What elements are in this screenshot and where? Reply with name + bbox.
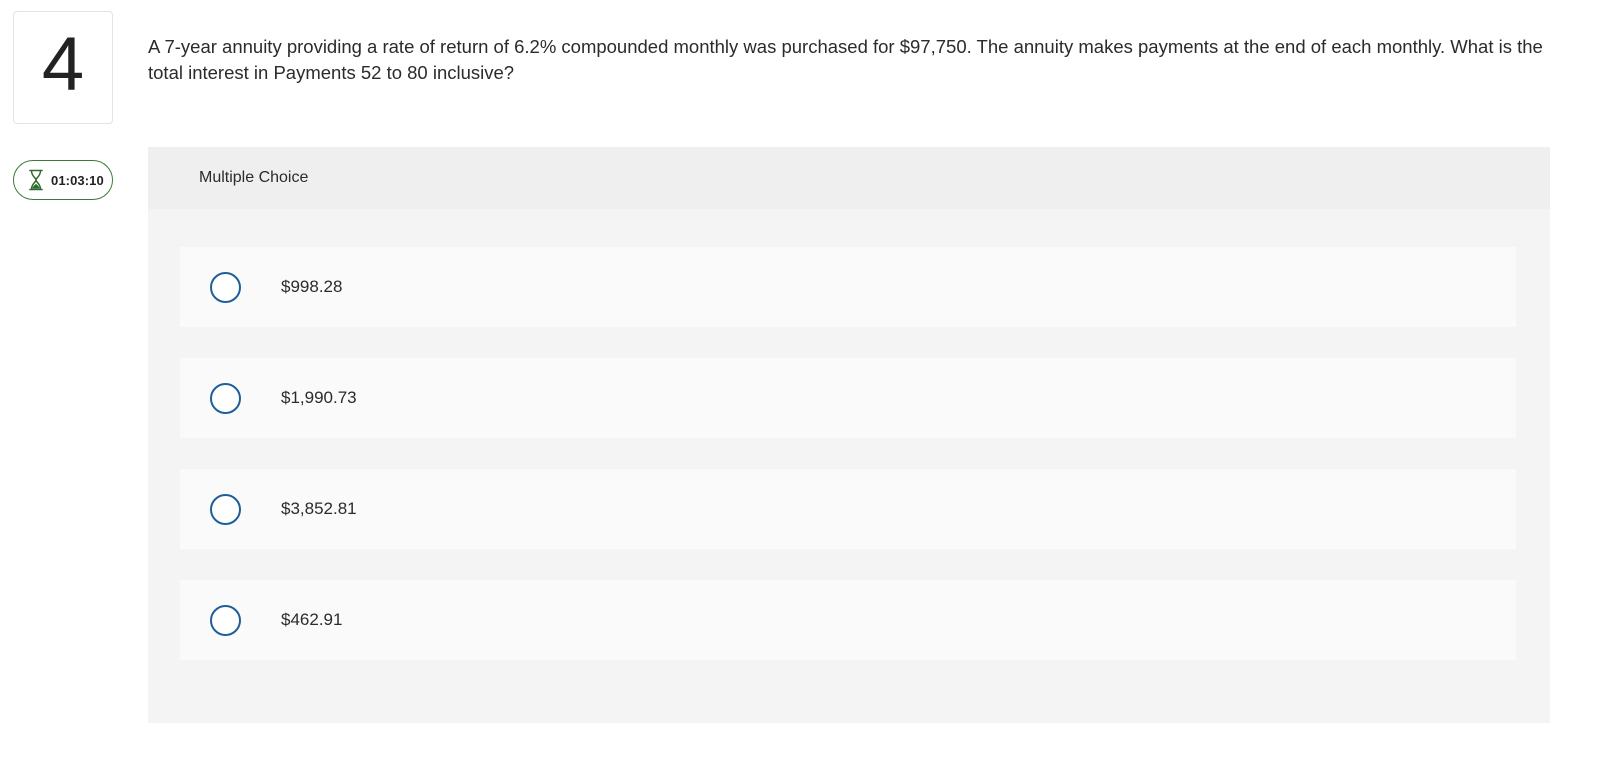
hourglass-icon — [29, 169, 43, 191]
answer-option-3[interactable]: $3,852.81 — [180, 469, 1516, 549]
answer-option-label: $3,852.81 — [281, 499, 357, 518]
radio-button[interactable] — [210, 382, 241, 414]
question-type-header: Multiple Choice — [148, 147, 1550, 209]
answer-option-4[interactable]: $462.91 — [180, 580, 1516, 660]
radio-button[interactable] — [210, 493, 241, 525]
question-number: 4 — [41, 21, 85, 107]
timer-value: 01:03:10 — [51, 172, 104, 188]
question-text: A 7-year annuity providing a rate of ret… — [148, 36, 1543, 83]
answer-option-label: $1,990.73 — [281, 388, 357, 407]
answer-option-label: $462.91 — [281, 610, 343, 629]
question-type-label: Multiple Choice — [199, 169, 309, 186]
radio-button[interactable] — [210, 604, 241, 636]
answer-panel: Multiple Choice $998.28 $1,990.73 $3,852… — [148, 147, 1550, 723]
timer-badge[interactable]: 01:03:10 — [13, 160, 113, 200]
question-number-box: 4 — [13, 11, 113, 124]
answer-option-2[interactable]: $1,990.73 — [180, 358, 1516, 438]
answer-option-label: $998.28 — [281, 277, 343, 296]
radio-button[interactable] — [210, 271, 241, 303]
answer-options: $998.28 $1,990.73 $3,852.81 $462.91 — [180, 247, 1516, 691]
answer-option-1[interactable]: $998.28 — [180, 247, 1516, 327]
